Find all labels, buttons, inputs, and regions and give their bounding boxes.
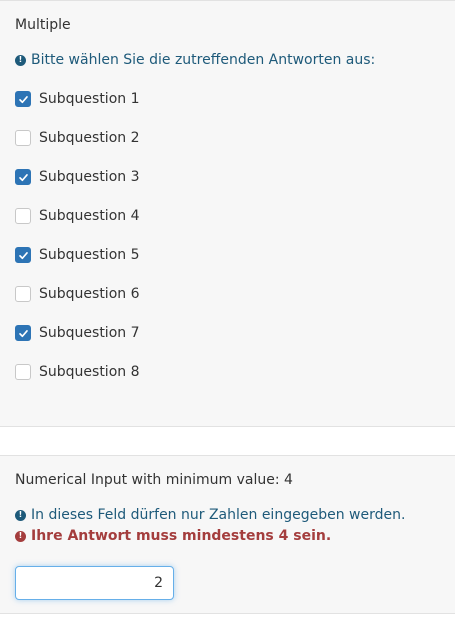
checkmark-icon	[18, 173, 28, 181]
checkbox-5[interactable]	[15, 247, 31, 263]
checkbox-7[interactable]	[15, 325, 31, 341]
option-label: Subquestion 5	[39, 247, 140, 263]
question-title: Numerical Input with minimum value: 4	[15, 472, 293, 488]
option-label: Subquestion 1	[39, 91, 140, 107]
checkbox-4[interactable]	[15, 208, 31, 224]
info-icon: !	[15, 54, 26, 66]
option-3[interactable]: Subquestion 3	[15, 168, 440, 186]
question-multiple: Multiple ! Bitte wählen Sie die zutreffe…	[0, 0, 455, 427]
checkmark-icon	[18, 95, 28, 103]
option-label: Subquestion 6	[39, 286, 140, 302]
option-6[interactable]: Subquestion 6	[15, 285, 440, 303]
error-message: ! Ihre Antwort muss mindestens 4 sein.	[15, 527, 440, 545]
checkbox-2[interactable]	[15, 130, 31, 146]
question-tip: ! In dieses Feld dürfen nur Zahlen einge…	[15, 506, 440, 524]
question-tip: ! Bitte wählen Sie die zutreffenden Antw…	[15, 51, 440, 69]
option-label: Subquestion 4	[39, 208, 140, 224]
error-icon: !	[15, 530, 26, 542]
info-icon: !	[15, 509, 26, 521]
option-4[interactable]: Subquestion 4	[15, 207, 440, 225]
checkbox-1[interactable]	[15, 91, 31, 107]
checkbox-6[interactable]	[15, 286, 31, 302]
tip-text: Bitte wählen Sie die zutreffenden Antwor…	[31, 52, 376, 68]
option-7[interactable]: Subquestion 7	[15, 324, 440, 342]
option-2[interactable]: Subquestion 2	[15, 129, 440, 147]
option-8[interactable]: Subquestion 8	[15, 363, 440, 381]
checkbox-3[interactable]	[15, 169, 31, 185]
option-label: Subquestion 8	[39, 364, 140, 380]
options-list: Subquestion 1 Subquestion 2 Subquestion …	[15, 90, 440, 381]
number-input[interactable]	[15, 566, 174, 600]
question-numerical: Numerical Input with minimum value: 4 ! …	[0, 455, 455, 614]
option-label: Subquestion 2	[39, 130, 140, 146]
checkmark-icon	[18, 329, 28, 337]
option-label: Subquestion 3	[39, 169, 140, 185]
option-5[interactable]: Subquestion 5	[15, 246, 440, 264]
option-label: Subquestion 7	[39, 325, 140, 341]
checkmark-icon	[18, 251, 28, 259]
question-title: Multiple	[15, 17, 71, 33]
error-text: Ihre Antwort muss mindestens 4 sein.	[31, 528, 332, 544]
tip-text: In dieses Feld dürfen nur Zahlen eingege…	[31, 507, 406, 523]
option-1[interactable]: Subquestion 1	[15, 90, 440, 108]
checkbox-8[interactable]	[15, 364, 31, 380]
